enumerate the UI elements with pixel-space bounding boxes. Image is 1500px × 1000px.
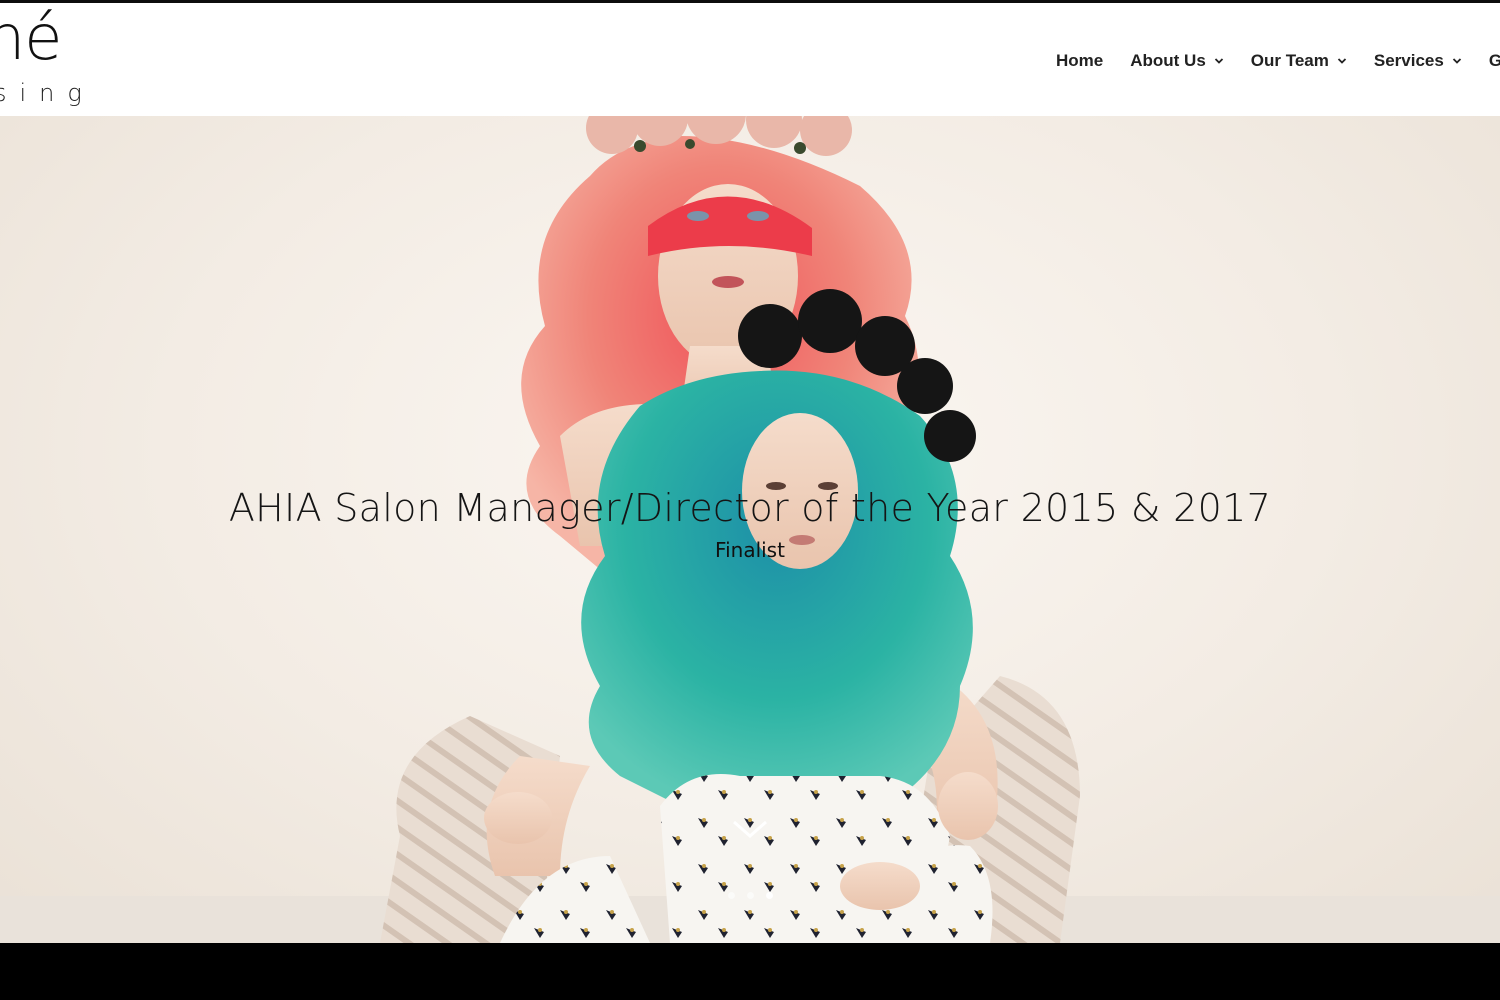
nav-item-label: Home — [1056, 50, 1104, 70]
slider-dot-active[interactable] — [765, 892, 773, 899]
nav-item-label: Services — [1373, 50, 1444, 70]
hero-slider: AHIA Salon Manager/Director of the Year … — [0, 116, 1500, 943]
chevron-down-icon[interactable] — [731, 818, 769, 840]
chevron-down-icon — [1337, 57, 1347, 64]
nav-item-our-team[interactable]: Our Team — [1251, 49, 1347, 71]
slide-subtitle: Finalist — [715, 538, 785, 562]
logo-mark: né — [0, 3, 62, 74]
nav-item-about-us[interactable]: About Us — [1130, 49, 1224, 71]
slider-pagination — [0, 892, 1500, 899]
chevron-down-icon — [1452, 57, 1461, 64]
logo-wordmark: sing — [0, 79, 95, 107]
chevron-down-icon — [1214, 57, 1223, 64]
bottom-bar — [0, 943, 1500, 1000]
nav-item-label: About Us — [1130, 50, 1206, 70]
nav-item-label: Our Team — [1250, 50, 1329, 70]
site-header: né sing Home About Us Our Team Services … — [0, 3, 1500, 116]
nav-item-services[interactable]: Services — [1374, 49, 1462, 71]
slider-dot[interactable] — [746, 892, 754, 899]
slide-caption: AHIA Salon Manager/Director of the Year … — [0, 486, 1500, 562]
main-nav: Home About Us Our Team Services Ga — [1056, 3, 1500, 116]
nav-item-gallery[interactable]: Ga — [1489, 49, 1500, 71]
nav-item-home[interactable]: Home — [1056, 49, 1103, 71]
slider-dot[interactable] — [727, 892, 735, 899]
nav-item-label: Ga — [1488, 50, 1500, 70]
slide-title: AHIA Salon Manager/Director of the Year … — [228, 486, 1272, 530]
site-logo[interactable]: né sing — [0, 3, 110, 116]
